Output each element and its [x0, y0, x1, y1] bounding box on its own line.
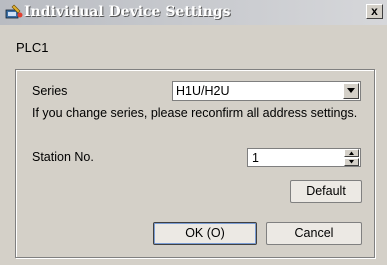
spin-buttons: [344, 149, 359, 166]
device-name: PLC1: [16, 40, 49, 55]
app-icon: [5, 3, 23, 21]
spin-down-icon[interactable]: [344, 158, 359, 166]
series-change-note: If you change series, please reconfirm a…: [32, 106, 358, 120]
cancel-button[interactable]: Cancel: [266, 222, 362, 245]
chevron-down-icon[interactable]: [343, 83, 359, 99]
individual-device-settings-dialog: Individual Device Settings x PLC1 Series…: [0, 0, 387, 265]
series-label: Series: [32, 84, 68, 98]
title-bar[interactable]: Individual Device Settings x: [0, 0, 387, 25]
close-button[interactable]: x: [366, 4, 383, 19]
series-value: H1U/H2U: [176, 84, 230, 98]
default-button[interactable]: Default: [290, 180, 362, 203]
close-icon: x: [371, 4, 378, 18]
spin-up-icon[interactable]: [344, 149, 359, 157]
series-dropdown[interactable]: H1U/H2U: [172, 81, 361, 101]
window-title: Individual Device Settings: [24, 4, 231, 20]
station-number-value: 1: [252, 151, 259, 165]
ok-button[interactable]: OK (O): [153, 222, 257, 245]
station-label: Station No.: [32, 150, 94, 164]
station-number-stepper[interactable]: 1: [247, 148, 361, 167]
